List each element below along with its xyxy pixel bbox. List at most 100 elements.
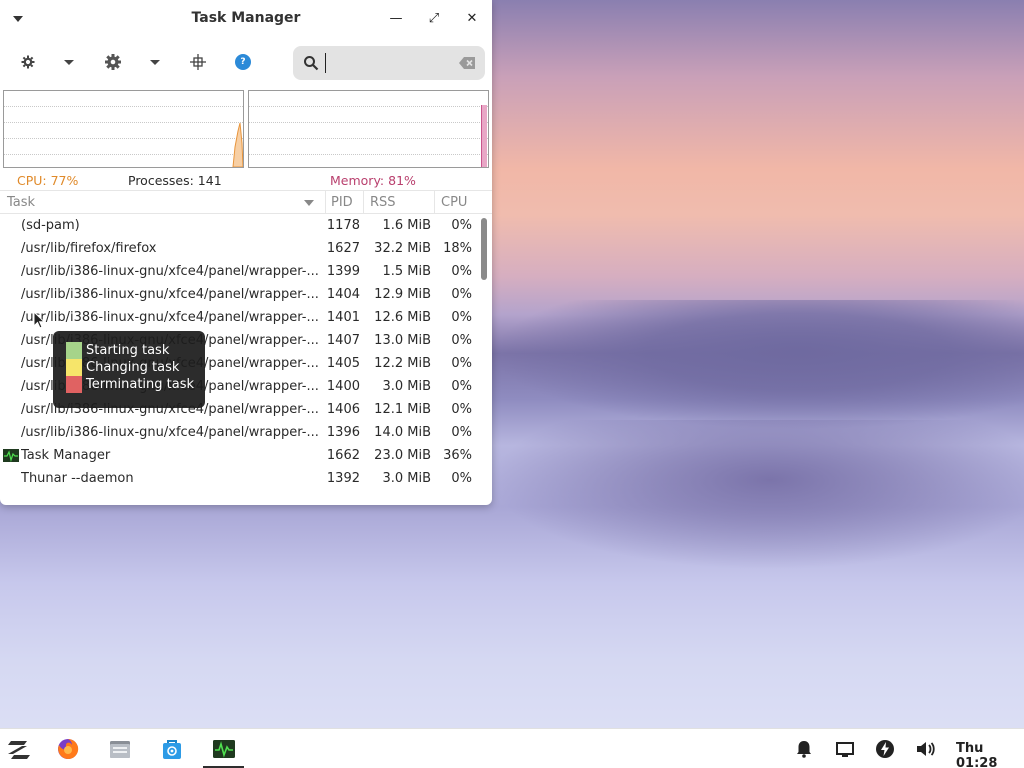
cpu-cell: 0% <box>451 218 472 233</box>
power-icon[interactable] <box>873 737 897 761</box>
column-header-cpu[interactable]: CPU <box>441 195 467 213</box>
cpu-cell: 18% <box>443 241 472 256</box>
notification-bell-icon[interactable] <box>792 737 816 761</box>
table-row[interactable]: /usr/lib/i386-linux-gnu/xfce4/panel/wrap… <box>0 306 492 329</box>
task-name-cell: Task Manager <box>21 448 111 463</box>
zorin-menu-icon[interactable] <box>7 737 31 761</box>
preferences-dropdown-button[interactable] <box>143 50 167 74</box>
rss-cell: 32.2 MiB <box>374 241 431 256</box>
rss-cell: 3.0 MiB <box>382 471 431 486</box>
column-header-task[interactable]: Task <box>7 195 35 213</box>
search-icon <box>304 56 319 71</box>
cpu-cell: 0% <box>451 402 472 417</box>
pid-cell: 1406 <box>326 402 360 417</box>
legend-swatch-changing <box>66 359 82 376</box>
pid-cell: 1407 <box>326 333 360 348</box>
column-header-pid[interactable]: PID <box>331 195 353 213</box>
chevron-down-icon <box>150 59 160 65</box>
task-name-cell: /usr/lib/firefox/firefox <box>21 241 157 256</box>
table-row[interactable]: /usr/lib/i386-linux-gnu/xfce4/panel/wrap… <box>0 283 492 306</box>
cpu-cell: 0% <box>451 287 472 302</box>
gear-icon <box>105 54 121 70</box>
display-icon[interactable] <box>833 737 857 761</box>
state-legend-tooltip: Starting task Changing task Terminating … <box>53 331 205 408</box>
table-row[interactable]: /usr/lib/i386-linux-gnu/xfce4/panel/wrap… <box>0 260 492 283</box>
rss-cell: 14.0 MiB <box>374 425 431 440</box>
legend-terminating: Terminating task <box>53 376 205 393</box>
cpu-cell: 0% <box>451 425 472 440</box>
close-button[interactable]: ✕ <box>462 9 482 29</box>
cpu-cell: 0% <box>451 379 472 394</box>
pid-cell: 1400 <box>326 379 360 394</box>
pid-cell: 1404 <box>326 287 360 302</box>
maximize-button[interactable]: ⤢ <box>424 9 444 29</box>
sort-descending-icon <box>304 200 314 206</box>
cpu-graph <box>3 90 244 168</box>
legend-swatch-terminating <box>66 376 82 393</box>
cpu-cell: 0% <box>451 356 472 371</box>
cpu-usage-label: CPU: 77% <box>17 173 79 188</box>
mouse-pointer-icon <box>33 311 45 329</box>
software-store-icon[interactable] <box>160 737 184 761</box>
search-input[interactable] <box>325 53 445 73</box>
rss-cell: 12.2 MiB <box>374 356 431 371</box>
files-icon[interactable] <box>108 737 132 761</box>
cpu-cell: 0% <box>451 333 472 348</box>
cogs-icon <box>21 55 35 69</box>
task-name-cell: (sd-pam) <box>21 218 80 233</box>
rss-cell: 12.1 MiB <box>374 402 431 417</box>
settings-cog-small-button[interactable] <box>16 50 40 74</box>
column-header-rss[interactable]: RSS <box>370 195 396 213</box>
search-box <box>293 46 485 80</box>
pid-cell: 1399 <box>326 264 360 279</box>
task-manager-icon <box>3 449 19 462</box>
pid-cell: 1178 <box>326 218 360 233</box>
legend-starting: Starting task <box>53 342 205 359</box>
cpu-usage-plot <box>232 122 243 167</box>
scrollbar-thumb[interactable] <box>481 218 487 280</box>
cpu-cell: 0% <box>451 310 472 325</box>
pid-cell: 1405 <box>326 356 360 371</box>
table-header: Task PID RSS CPU <box>0 190 492 214</box>
legend-label-starting: Starting task <box>86 343 170 358</box>
rss-cell: 12.9 MiB <box>374 287 431 302</box>
rss-cell: 13.0 MiB <box>374 333 431 348</box>
table-row[interactable]: Task Manager 1662 23.0 MiB 36% <box>0 444 492 467</box>
preferences-button[interactable] <box>101 50 125 74</box>
task-name-cell: /usr/lib/i386-linux-gnu/xfce4/panel/wrap… <box>21 425 319 440</box>
minimize-button[interactable]: — <box>386 9 406 29</box>
legend-label-terminating: Terminating task <box>86 377 195 392</box>
table-row[interactable]: /usr/lib/firefox/firefox 1627 32.2 MiB 18% <box>0 237 492 260</box>
task-manager-icon[interactable] <box>212 737 236 761</box>
firefox-icon[interactable] <box>56 737 80 761</box>
cpu-cell: 36% <box>443 448 472 463</box>
pid-cell: 1392 <box>326 471 360 486</box>
legend-changing: Changing task <box>53 359 205 376</box>
window-title: Task Manager <box>191 10 301 26</box>
table-row[interactable]: Thunar --daemon 1392 3.0 MiB 0% <box>0 467 492 490</box>
help-icon: ? <box>235 54 251 70</box>
title-bar[interactable]: Task Manager — ⤢ ✕ <box>0 0 492 38</box>
table-row[interactable]: /usr/lib/i386-linux-gnu/xfce4/panel/wrap… <box>0 421 492 444</box>
memory-graph <box>248 90 489 168</box>
table-row[interactable]: [MainThread]16310 bytes0% <box>0 490 492 494</box>
process-count-label: Processes: 141 <box>128 173 222 188</box>
memory-usage-bar <box>481 105 487 167</box>
legend-label-changing: Changing task <box>86 360 180 375</box>
clear-search-icon[interactable] <box>459 57 475 69</box>
task-manager-window: Task Manager — ⤢ ✕ ? CPU: 77% Processes:… <box>0 0 492 505</box>
volume-icon[interactable] <box>913 737 937 761</box>
rss-cell: 12.6 MiB <box>374 310 431 325</box>
identify-window-button[interactable] <box>186 50 210 74</box>
task-name-cell: /usr/lib/i386-linux-gnu/xfce4/panel/wrap… <box>21 310 319 325</box>
settings-dropdown-button[interactable] <box>57 50 81 74</box>
rss-cell: 3.0 MiB <box>382 379 431 394</box>
rss-cell: 1.5 MiB <box>382 264 431 279</box>
clock[interactable]: Thu 01:28 <box>956 741 1024 768</box>
cpu-cell: 0% <box>451 471 472 486</box>
task-name-cell: Thunar --daemon <box>21 471 134 486</box>
wallpaper-fog <box>490 420 1024 570</box>
help-button[interactable]: ? <box>231 50 255 74</box>
table-row[interactable]: (sd-pam) 1178 1.6 MiB 0% <box>0 214 492 237</box>
cpu-cell: 0% <box>451 264 472 279</box>
